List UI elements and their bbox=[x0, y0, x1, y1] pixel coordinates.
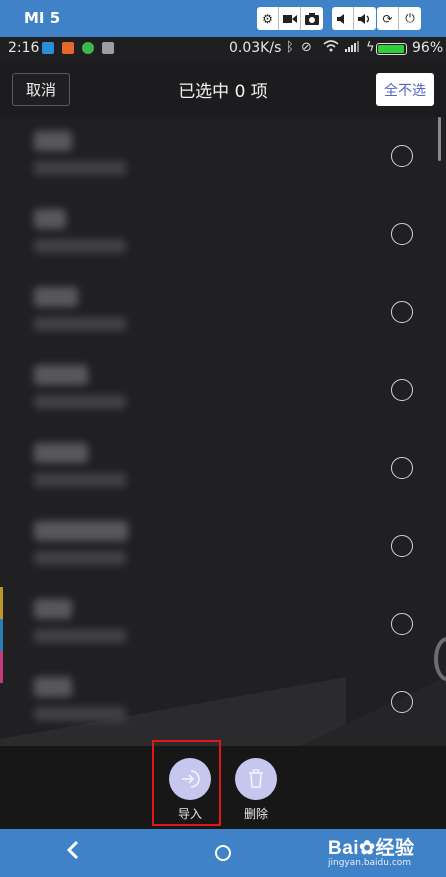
list-item-detail: ██████████ bbox=[34, 395, 126, 409]
list-item[interactable]: ██████ ██████████ bbox=[0, 351, 446, 429]
battery-level bbox=[378, 45, 404, 53]
video-icon[interactable] bbox=[279, 7, 301, 30]
select-radio[interactable] bbox=[391, 223, 413, 245]
emulator-volume-group bbox=[332, 7, 376, 30]
list-item-name: ███ bbox=[34, 209, 66, 229]
delete-label: 删除 bbox=[243, 807, 268, 821]
select-radio[interactable] bbox=[391, 535, 413, 557]
back-icon[interactable] bbox=[66, 840, 80, 864]
select-radio[interactable] bbox=[391, 301, 413, 323]
delete-button[interactable]: 删除 bbox=[226, 758, 286, 822]
selection-header: 已选中 0 项 取消 全不选 bbox=[0, 61, 446, 117]
list-item[interactable]: ████████ ██████████ bbox=[0, 507, 446, 585]
emulator-toolbar: MI 5 ⚙ ⟳ ⏻ bbox=[0, 0, 446, 37]
alarm-off-icon: ⊘ bbox=[301, 40, 312, 55]
watermark-brand: Bai bbox=[328, 838, 360, 859]
list-item-detail: ██████████ bbox=[34, 473, 126, 487]
list-item-detail: ██████████ bbox=[34, 629, 126, 643]
list-item-name: ████ bbox=[34, 677, 72, 697]
paw-icon: ✿ bbox=[359, 838, 376, 859]
trash-icon bbox=[235, 758, 277, 800]
navigation-bar: Bai✿经验 jingyan.baidu.com bbox=[0, 829, 446, 877]
list-item-name: ████████ bbox=[34, 521, 128, 541]
highlight-box bbox=[152, 740, 221, 826]
list-item[interactable]: ███ ██████████ bbox=[0, 195, 446, 273]
list-item-name: ████ bbox=[34, 287, 78, 307]
list-item-name: █████ bbox=[34, 443, 88, 463]
battery-icon bbox=[376, 43, 407, 55]
select-radio[interactable] bbox=[391, 379, 413, 401]
battery-percent: 96% bbox=[412, 40, 444, 56]
cancel-button[interactable]: 取消 bbox=[12, 73, 70, 106]
list-item-name: ████ bbox=[34, 131, 72, 151]
device-name: MI 5 bbox=[24, 9, 61, 27]
deselect-all-button[interactable]: 全不选 bbox=[376, 73, 434, 106]
action-bar: 导入 删除 bbox=[0, 740, 446, 829]
network-speed: 0.03K/s bbox=[229, 40, 282, 56]
status-time: 2:16 bbox=[8, 40, 40, 56]
list-item-detail: ██████████ bbox=[34, 707, 126, 721]
select-radio[interactable] bbox=[391, 457, 413, 479]
list-item-detail: ██████████ bbox=[34, 551, 126, 565]
emulator-capture-group: ⚙ bbox=[257, 7, 323, 30]
list-item[interactable]: ████ ██████████ bbox=[0, 273, 446, 351]
watermark-url: jingyan.baidu.com bbox=[328, 858, 412, 868]
bluetooth-icon: ᛒ bbox=[286, 40, 294, 55]
emulator-power-group: ⟳ ⏻ bbox=[377, 7, 421, 30]
contact-list[interactable]: ████ ██████████ ███ ██████████ ████ ████… bbox=[0, 117, 446, 746]
list-item-detail: ██████████ bbox=[34, 239, 126, 253]
gear-icon[interactable]: ⚙ bbox=[257, 7, 279, 30]
volume-up-icon[interactable] bbox=[354, 7, 376, 30]
list-item-detail: ██████████ bbox=[34, 161, 126, 175]
android-notification-icon bbox=[82, 42, 94, 54]
list-item[interactable]: ████ ██████████ bbox=[0, 663, 446, 741]
app-notification-icon bbox=[62, 42, 74, 54]
list-item[interactable]: █████ ██████████ bbox=[0, 429, 446, 507]
status-bar: 2:16 0.03K/s ᛒ ⊘ ϟ 96% bbox=[0, 37, 446, 61]
volume-down-icon[interactable] bbox=[332, 7, 354, 30]
list-item-name: ██████ bbox=[34, 365, 88, 385]
rotate-icon[interactable]: ⟳ bbox=[377, 7, 399, 30]
watermark-suffix: 经验 bbox=[375, 838, 415, 859]
charging-icon: ϟ bbox=[366, 40, 375, 55]
list-item-detail: ██████████ bbox=[34, 317, 126, 331]
power-icon[interactable]: ⏻ bbox=[399, 7, 421, 30]
home-icon[interactable] bbox=[215, 845, 231, 861]
baidu-watermark: Bai✿经验 jingyan.baidu.com bbox=[328, 833, 415, 868]
list-item[interactable]: ████ ██████████ bbox=[0, 585, 446, 663]
signal-icon bbox=[345, 40, 359, 56]
wifi-icon bbox=[323, 40, 339, 56]
list-item-name: ████ bbox=[34, 599, 72, 619]
list-item[interactable]: ████ ██████████ bbox=[0, 117, 446, 195]
select-radio[interactable] bbox=[391, 691, 413, 713]
app-notification-icon bbox=[102, 42, 114, 54]
app-notification-icon bbox=[42, 42, 54, 54]
select-radio[interactable] bbox=[391, 613, 413, 635]
camera-icon[interactable] bbox=[301, 7, 323, 30]
select-radio[interactable] bbox=[391, 145, 413, 167]
